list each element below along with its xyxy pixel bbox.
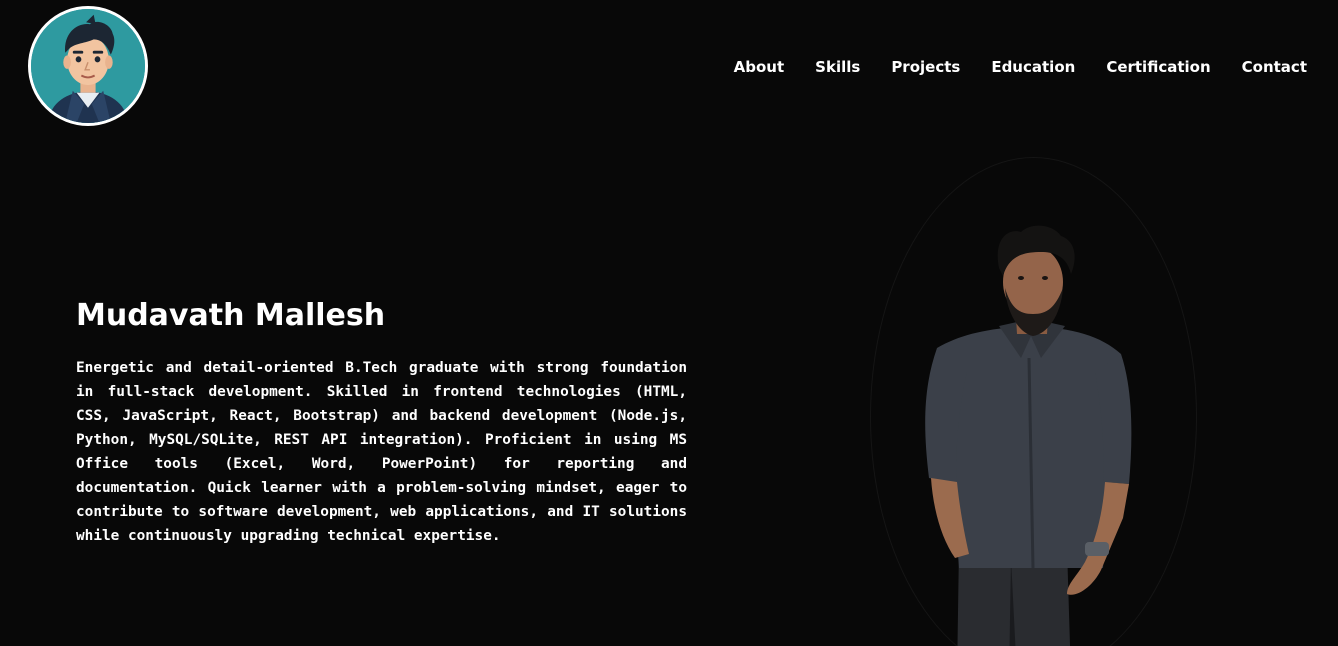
- nav-projects-link[interactable]: Projects: [891, 58, 960, 76]
- cartoon-avatar-icon: [31, 9, 145, 123]
- nav-contact-link[interactable]: Contact: [1242, 58, 1307, 76]
- profile-photo-frame: [870, 157, 1197, 646]
- avatar[interactable]: [28, 6, 148, 126]
- nav-about-link[interactable]: About: [734, 58, 785, 76]
- nav-education-link[interactable]: Education: [991, 58, 1075, 76]
- nav-skills-link[interactable]: Skills: [815, 58, 860, 76]
- hero-name: Mudavath Mallesh: [76, 298, 386, 333]
- portfolio-page: About Skills Projects Education Certific…: [0, 0, 1338, 646]
- hero-intro: Mudavath Mallesh Energetic and detail-or…: [76, 296, 687, 548]
- profile-photo: [925, 225, 1132, 646]
- nav-certification-link[interactable]: Certification: [1106, 58, 1210, 76]
- main-nav: About Skills Projects Education Certific…: [703, 58, 1307, 76]
- hero-bio: Energetic and detail-oriented B.Tech gra…: [76, 360, 687, 544]
